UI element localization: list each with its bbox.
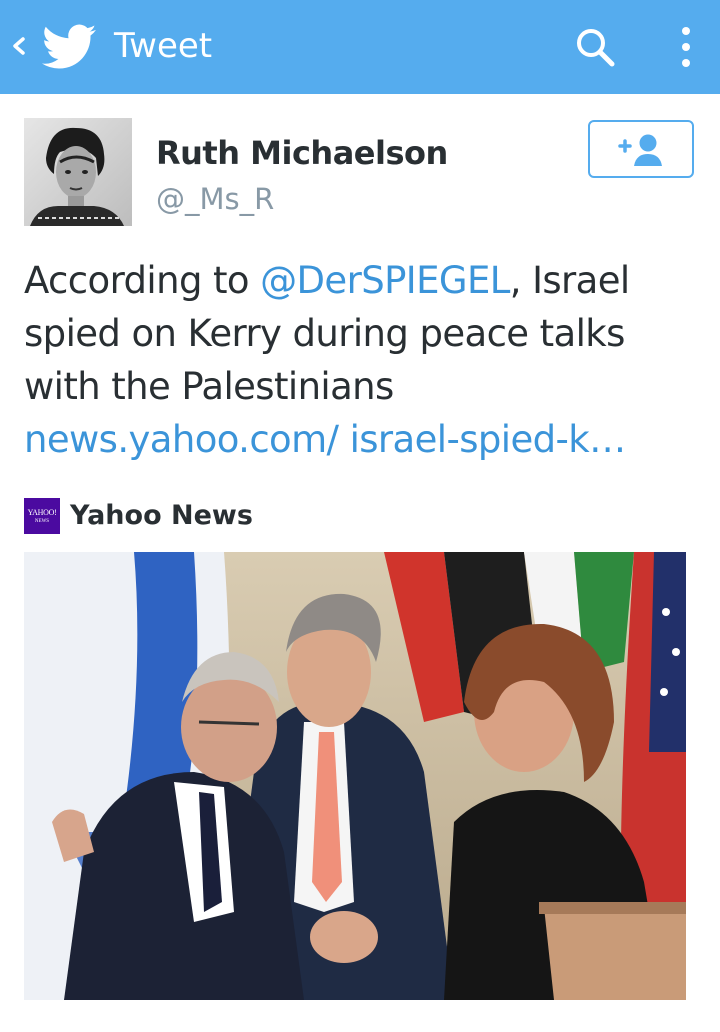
avatar-photo [24, 118, 132, 226]
twitter-bird-icon[interactable] [42, 24, 96, 70]
logo-subtext: NEWS [34, 519, 50, 524]
avatar[interactable] [24, 118, 132, 226]
author-name[interactable]: Ruth Michaelson [156, 134, 448, 172]
add-user-icon [618, 134, 662, 166]
follow-button[interactable] [588, 120, 694, 178]
yahoo-news-logo: YAHOO! NEWS [24, 498, 60, 534]
more-vertical-icon[interactable] [666, 22, 706, 72]
photo-image [24, 552, 686, 1000]
page-title: Tweet [114, 26, 213, 66]
chevron-left-icon[interactable] [8, 28, 30, 64]
author-handle[interactable]: @_Ms_R [156, 182, 274, 216]
mention-link[interactable]: @DerSPIEGEL [260, 259, 510, 302]
url-link[interactable]: news.yahoo.com/ israel-spied-k… [24, 418, 626, 461]
top-app-bar: Tweet [0, 0, 720, 94]
tweet-text-part: According to [24, 259, 261, 302]
card-title-cut [24, 1012, 704, 1032]
news-photo[interactable] [24, 552, 686, 1000]
search-icon[interactable] [570, 22, 620, 72]
tweet-text: According to @DerSPIEGEL, Israel spied o… [24, 254, 704, 466]
logo-text: YAHOO! [27, 508, 57, 517]
card-source-name[interactable]: Yahoo News [70, 500, 253, 531]
